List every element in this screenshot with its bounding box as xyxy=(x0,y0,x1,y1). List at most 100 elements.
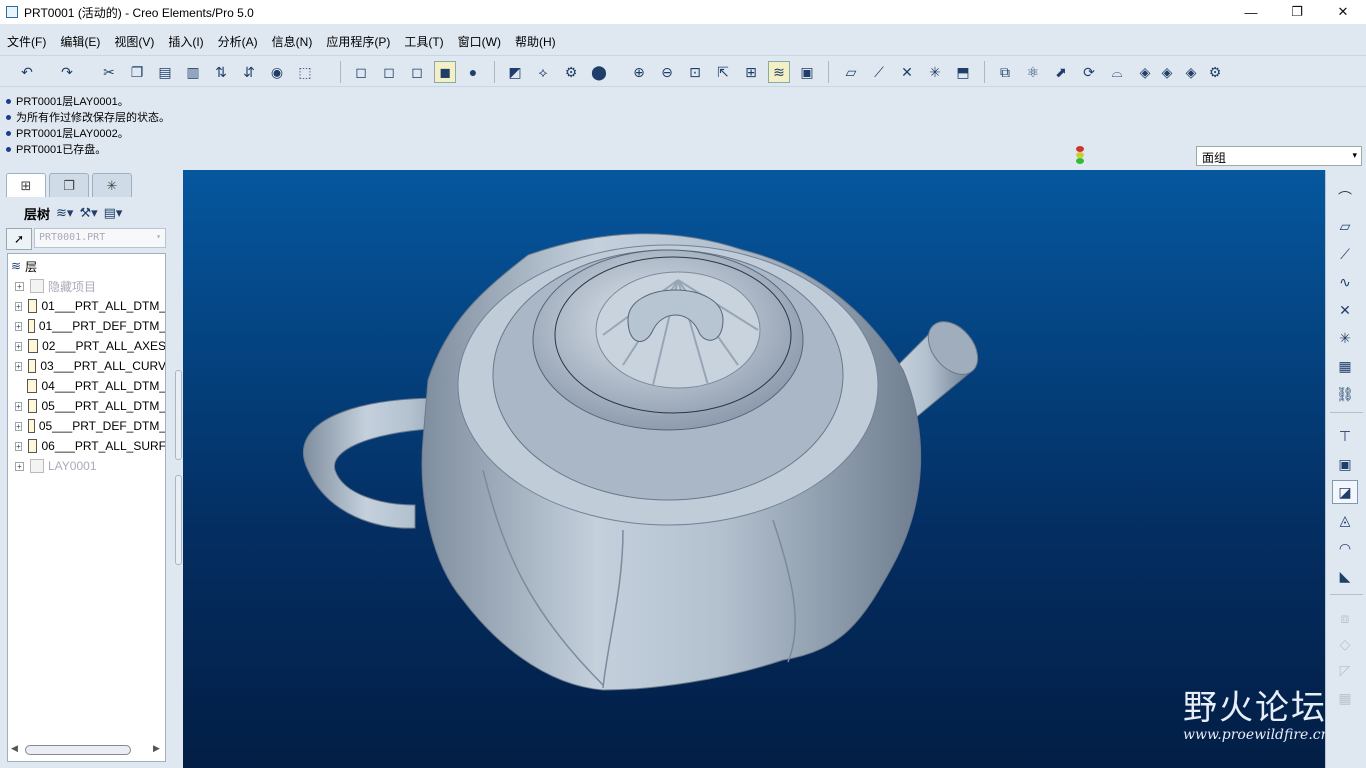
datum-curve-icon[interactable]: ∿ xyxy=(1332,270,1358,294)
trim-icon[interactable]: ◸ xyxy=(1332,658,1358,682)
scroll-left-icon[interactable]: ◀ xyxy=(11,743,18,754)
layer-tools-icon[interactable]: ⚒▾ xyxy=(79,205,97,221)
layer-item[interactable]: 04___PRT_ALL_DTM_ xyxy=(8,376,165,396)
wireframe-icon[interactable]: ◻ xyxy=(350,61,372,83)
shading-icon[interactable]: ◼ xyxy=(434,61,456,83)
menu-analysis[interactable]: 分析(A) xyxy=(218,33,258,50)
layer-item[interactable]: +06___PRT_ALL_SURF xyxy=(8,436,165,456)
datum-point-icon[interactable]: ✕ xyxy=(1332,298,1358,322)
expand-icon[interactable]: + xyxy=(15,301,22,311)
round-icon[interactable]: ◠ xyxy=(1332,536,1358,560)
layer-settings-icon[interactable]: ▤▾ xyxy=(104,205,123,221)
select-box-icon[interactable]: ⬚ xyxy=(294,61,316,83)
layer-item[interactable]: +02___PRT_ALL_AXES xyxy=(8,336,165,356)
expand-icon[interactable]: + xyxy=(15,361,22,371)
rib-icon[interactable]: ◪ xyxy=(1332,480,1358,504)
menu-window[interactable]: 窗口(W) xyxy=(458,33,501,50)
model-tool-2-icon[interactable]: ⚛ xyxy=(1022,61,1044,83)
expand-icon[interactable]: + xyxy=(15,281,24,291)
draft-icon[interactable]: ◬ xyxy=(1332,508,1358,532)
regenerate-icon[interactable]: ⇅ xyxy=(210,61,232,83)
datum-plane-icon[interactable]: ▱ xyxy=(1332,214,1358,238)
no-hidden-icon[interactable]: ◻ xyxy=(406,61,428,83)
layer-item[interactable]: +05___PRT_DEF_DTM_ xyxy=(8,416,165,436)
minimize-button[interactable]: — xyxy=(1228,0,1274,24)
graphics-viewport[interactable]: 野火论坛 www.proewildfire.cn xyxy=(183,170,1325,768)
horizontal-scrollbar[interactable]: ◀ ▶ xyxy=(7,742,165,758)
tab-favorites[interactable]: ✳ xyxy=(92,173,132,197)
tab-model-tree[interactable]: ⊞ xyxy=(6,173,46,197)
mirror-icon[interactable]: ⧈ xyxy=(1332,606,1358,630)
analysis-feature-icon[interactable]: ▦ xyxy=(1332,354,1358,378)
splitter-grip[interactable] xyxy=(175,475,182,565)
reorient-icon[interactable]: ⇱ xyxy=(712,61,734,83)
model-tool-8-icon[interactable]: ◈ xyxy=(1180,61,1202,83)
select-model-button[interactable]: ➚ xyxy=(6,228,32,250)
orient-icon[interactable]: ⚙ xyxy=(560,61,582,83)
chain-curve-icon[interactable]: ⛓ xyxy=(1332,382,1358,406)
sketch-icon[interactable]: ◩ xyxy=(504,61,526,83)
hidden-line-icon[interactable]: ◻ xyxy=(378,61,400,83)
expand-icon[interactable]: + xyxy=(15,441,22,451)
layer-display-icon[interactable]: ≋▾ xyxy=(56,205,73,221)
model-tool-1-icon[interactable]: ⧉ xyxy=(994,61,1016,83)
layer-item[interactable]: +01___PRT_DEF_DTM_ xyxy=(8,316,165,336)
expand-icon[interactable]: + xyxy=(15,401,22,411)
layer-item[interactable]: + 隐藏项目 xyxy=(8,276,165,296)
menu-insert[interactable]: 插入(I) xyxy=(168,33,203,50)
appearance-icon[interactable]: ⬤ xyxy=(588,61,610,83)
paste-special-icon[interactable]: ▥ xyxy=(182,61,204,83)
expand-icon[interactable]: + xyxy=(15,421,22,431)
menu-edit[interactable]: 编辑(E) xyxy=(60,33,100,50)
refit-icon[interactable]: ⊡ xyxy=(684,61,706,83)
model-tool-5-icon[interactable]: ⌓ xyxy=(1106,61,1128,83)
menu-help[interactable]: 帮助(H) xyxy=(515,33,556,50)
maximize-button[interactable]: ❐ xyxy=(1274,0,1320,24)
point-display-icon[interactable]: ✕ xyxy=(896,61,918,83)
pattern-icon[interactable]: ▦ xyxy=(1332,686,1358,710)
regen-manager-icon[interactable]: ⇵ xyxy=(238,61,260,83)
view-manager-icon[interactable]: ▣ xyxy=(796,61,818,83)
cut-icon[interactable]: ✂ xyxy=(98,61,120,83)
tree-root[interactable]: ≋ 层 xyxy=(8,256,165,276)
tab-folder-browser[interactable]: ❐ xyxy=(49,173,89,197)
find-icon[interactable]: ◉ xyxy=(266,61,288,83)
redo-icon[interactable]: ↷ xyxy=(56,61,78,83)
saved-views-icon[interactable]: ⊞ xyxy=(740,61,762,83)
enhanced-realism-icon[interactable]: ● xyxy=(462,61,484,83)
copy-icon[interactable]: ❐ xyxy=(126,61,148,83)
chamfer-icon[interactable]: ◣ xyxy=(1332,564,1358,588)
shell-icon[interactable]: ▣ xyxy=(1332,452,1358,476)
layers-icon[interactable]: ≋ xyxy=(768,61,790,83)
expand-icon[interactable]: + xyxy=(15,341,22,351)
teapot-model[interactable] xyxy=(183,170,1325,768)
layer-item[interactable]: +03___PRT_ALL_CURV xyxy=(8,356,165,376)
paste-icon[interactable]: ▤ xyxy=(154,61,176,83)
sketch-tool-icon[interactable]: ⌒ xyxy=(1332,186,1358,210)
model-tool-7-icon[interactable]: ◈ xyxy=(1156,61,1178,83)
spin-center-icon[interactable]: ⟡ xyxy=(532,61,554,83)
menu-info[interactable]: 信息(N) xyxy=(272,33,313,50)
merge-icon[interactable]: ◇ xyxy=(1332,632,1358,656)
layer-item[interactable]: +01___PRT_ALL_DTM_ xyxy=(8,296,165,316)
panel-splitter[interactable] xyxy=(175,170,183,768)
zoom-in-icon[interactable]: ⊕ xyxy=(628,61,650,83)
model-tool-4-icon[interactable]: ⟳ xyxy=(1078,61,1100,83)
zoom-out-icon[interactable]: ⊖ xyxy=(656,61,678,83)
undo-icon[interactable]: ↶ xyxy=(16,61,38,83)
csys-display-icon[interactable]: ✳ xyxy=(924,61,946,83)
scroll-thumb[interactable] xyxy=(25,745,131,755)
coordinate-system-icon[interactable]: ✳ xyxy=(1332,326,1358,350)
active-model-combo[interactable]: PRT0001.PRT ▾ xyxy=(34,228,166,248)
menu-file[interactable]: 文件(F) xyxy=(7,33,46,50)
layer-item[interactable]: + LAY0001 xyxy=(8,456,165,476)
menu-view[interactable]: 视图(V) xyxy=(114,33,154,50)
menu-tools[interactable]: 工具(T) xyxy=(404,33,443,50)
scroll-right-icon[interactable]: ▶ xyxy=(153,743,160,754)
close-button[interactable]: ✕ xyxy=(1320,0,1366,24)
settings-gear-icon[interactable]: ⚙ xyxy=(1204,61,1226,83)
layer-item[interactable]: +05___PRT_ALL_DTM_ xyxy=(8,396,165,416)
datum-axis-display-icon[interactable]: ⟋ xyxy=(868,61,890,83)
model-tool-3-icon[interactable]: ⬈ xyxy=(1050,61,1072,83)
annotation-display-icon[interactable]: ⬒ xyxy=(952,61,974,83)
